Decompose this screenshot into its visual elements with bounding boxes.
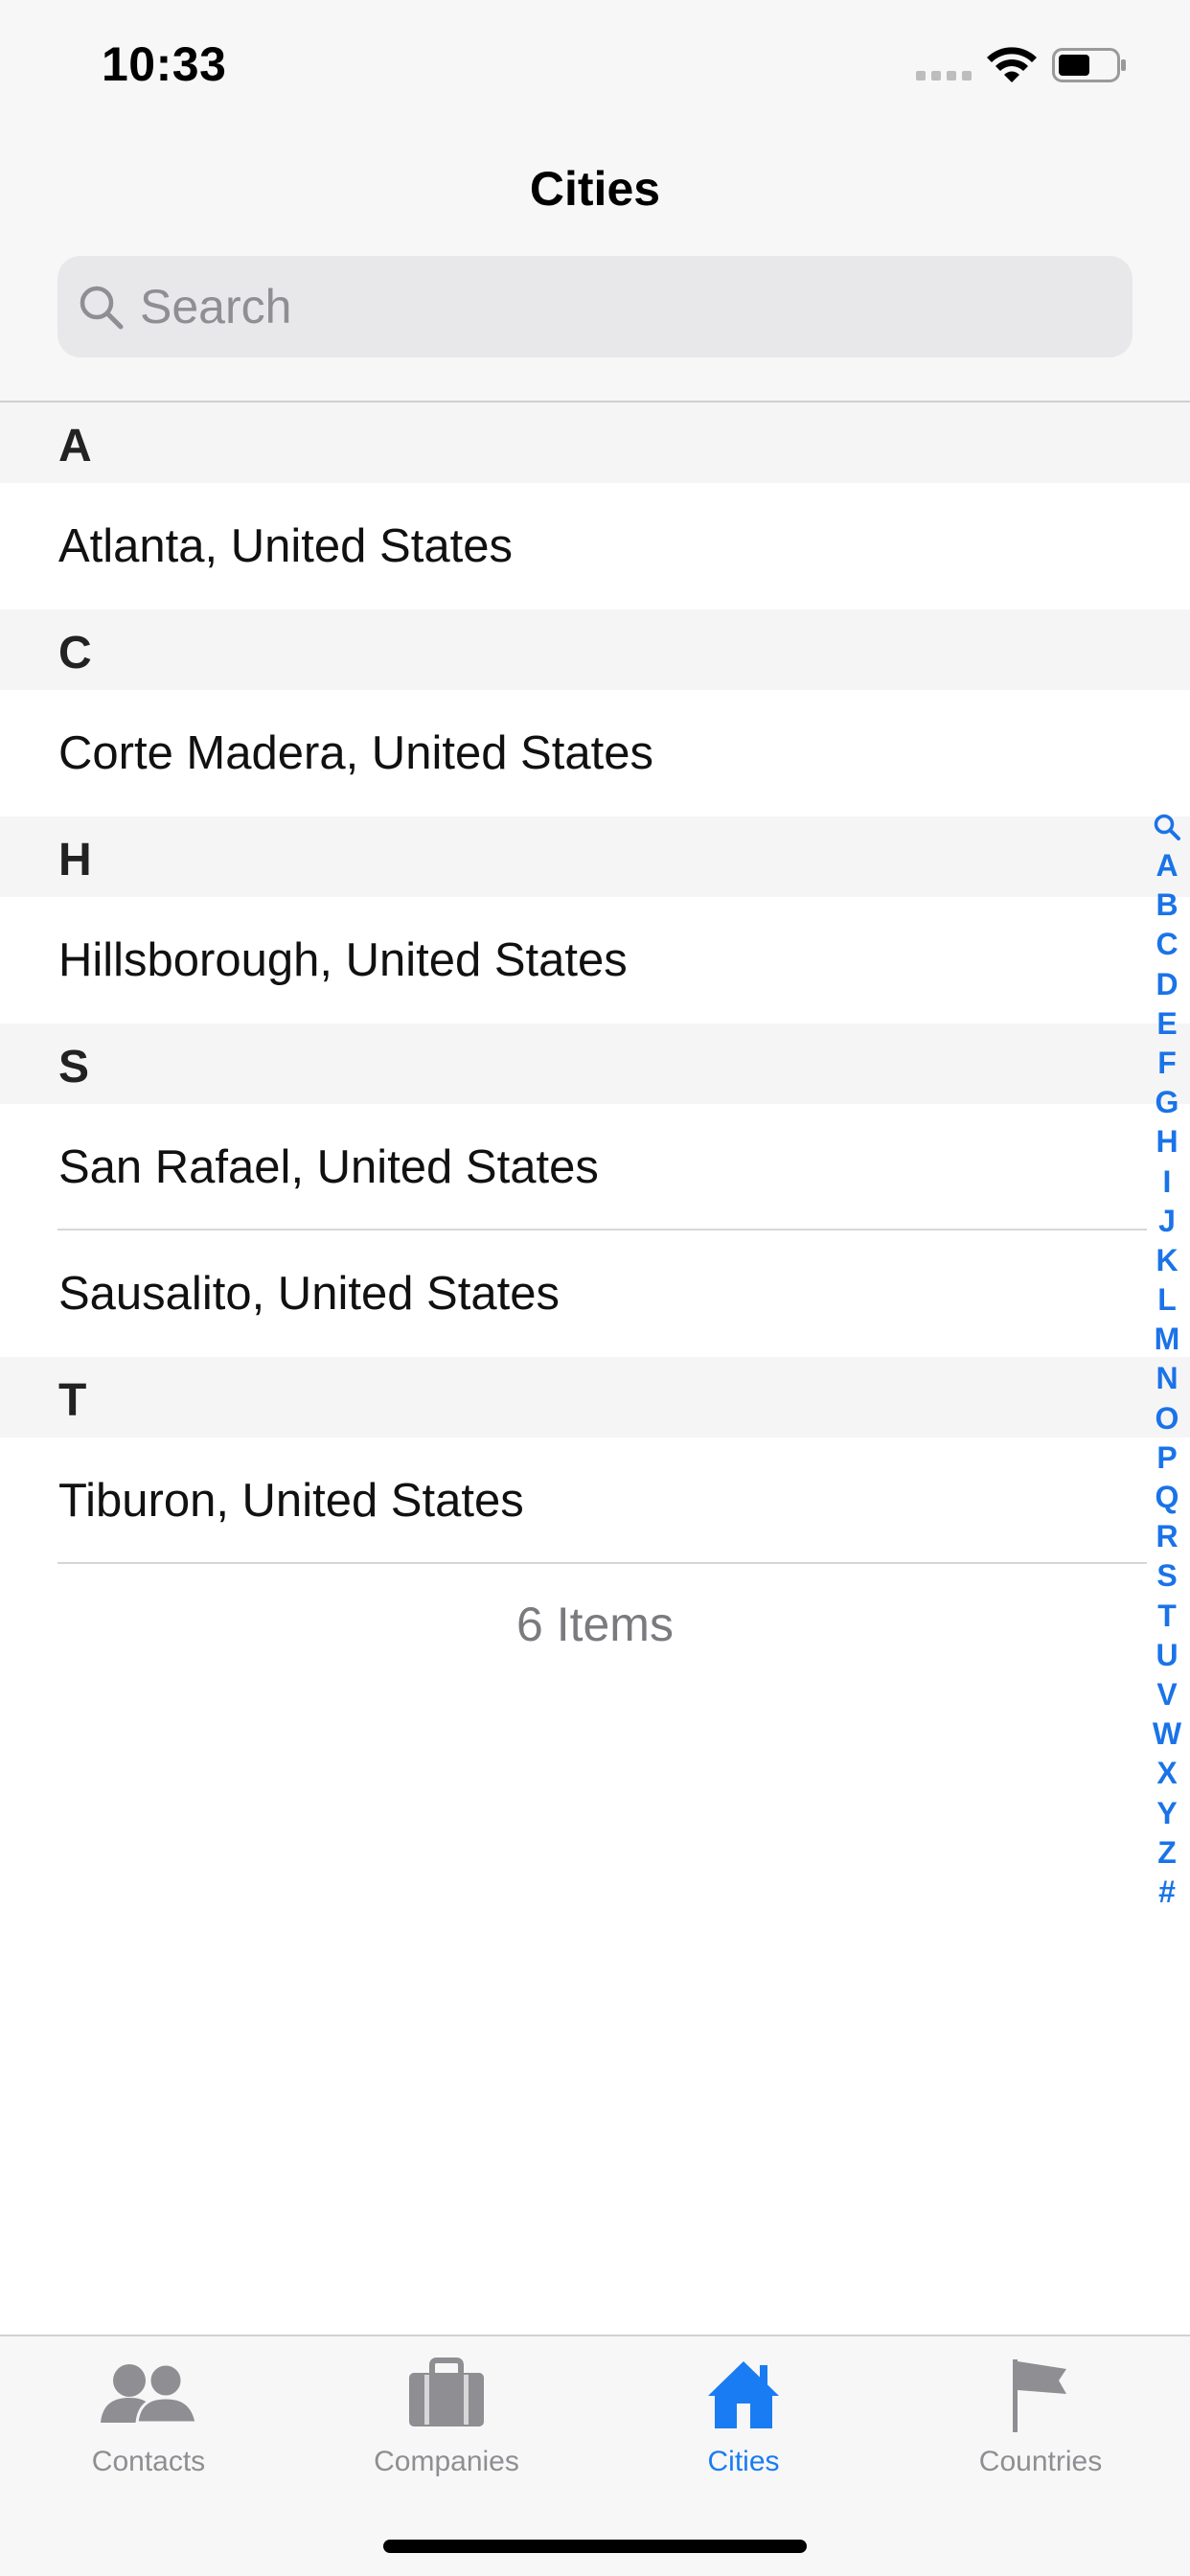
index-letter[interactable]: X xyxy=(1156,1754,1177,1793)
status-bar: 10:33 xyxy=(0,0,1190,134)
city-label: Corte Madera, United States xyxy=(58,727,653,779)
city-label: Tiburon, United States xyxy=(58,1475,524,1527)
status-time: 10:33 xyxy=(102,37,227,91)
index-letter[interactable]: Q xyxy=(1156,1478,1179,1517)
section-header-s: S xyxy=(0,1024,1190,1104)
section-header-a: A xyxy=(0,402,1190,483)
section-letter: S xyxy=(58,1042,90,1092)
city-label: San Rafael, United States xyxy=(58,1141,599,1193)
search-input[interactable] xyxy=(140,256,1098,357)
list-item[interactable]: Hillsborough, United States xyxy=(0,897,1190,1024)
section-letter: T xyxy=(58,1375,87,1426)
index-letter[interactable]: I xyxy=(1163,1162,1172,1202)
index-letter[interactable]: Z xyxy=(1157,1833,1177,1873)
tab-countries[interactable]: Countries xyxy=(935,2352,1146,2524)
section-letter: H xyxy=(58,835,92,886)
list-item[interactable]: Atlanta, United States xyxy=(0,483,1190,610)
tab-label: Cities xyxy=(707,2446,780,2477)
section-letter: A xyxy=(58,421,92,472)
index-letter[interactable]: R xyxy=(1156,1517,1178,1556)
tab-label: Companies xyxy=(374,2446,519,2477)
index-letter[interactable]: U xyxy=(1156,1636,1178,1675)
index-letter[interactable]: Y xyxy=(1156,1794,1177,1833)
index-search-icon[interactable] xyxy=(1153,807,1181,846)
home-icon xyxy=(708,2361,779,2428)
city-label: Hillsborough, United States xyxy=(58,934,628,986)
index-letter[interactable]: J xyxy=(1158,1202,1176,1241)
tab-companies[interactable]: Companies xyxy=(341,2352,552,2524)
flag-icon xyxy=(1013,2359,1066,2432)
tab-cities[interactable]: Cities xyxy=(638,2352,849,2524)
navigation-bar: Cities xyxy=(0,134,1190,402)
index-letter[interactable]: M xyxy=(1155,1320,1180,1359)
index-letter[interactable]: P xyxy=(1156,1438,1177,1478)
tab-label: Contacts xyxy=(91,2446,206,2477)
list-item[interactable]: San Rafael, United States xyxy=(0,1104,1190,1230)
home-indicator[interactable] xyxy=(383,2540,807,2553)
section-header-t: T xyxy=(0,1357,1190,1438)
city-label: Atlanta, United States xyxy=(58,520,513,572)
list-item[interactable]: Tiburon, United States xyxy=(0,1438,1190,1564)
index-letter[interactable]: O xyxy=(1156,1399,1179,1438)
tab-label: Countries xyxy=(978,2446,1103,2477)
index-letter[interactable]: E xyxy=(1156,1004,1177,1044)
index-letter[interactable]: W xyxy=(1153,1714,1181,1754)
index-letter[interactable]: F xyxy=(1157,1044,1177,1083)
index-letter[interactable]: C xyxy=(1156,925,1178,964)
index-letter[interactable]: B xyxy=(1156,886,1178,925)
index-letter[interactable]: K xyxy=(1156,1241,1178,1280)
section-header-h: H xyxy=(0,816,1190,897)
city-label: Sausalito, United States xyxy=(58,1268,560,1320)
section-letter: C xyxy=(58,628,92,678)
index-letter[interactable]: S xyxy=(1156,1556,1177,1596)
section-header-c: C xyxy=(0,610,1190,690)
index-letter[interactable]: A xyxy=(1156,846,1178,886)
cities-screen: 10:33 Cities A Atlanta, United St xyxy=(0,0,1190,2576)
index-letter[interactable]: N xyxy=(1156,1359,1178,1398)
index-letter[interactable]: D xyxy=(1156,965,1178,1004)
battery-icon xyxy=(1052,48,1126,82)
item-count: 6 Items xyxy=(516,1598,674,1651)
index-letter[interactable]: H xyxy=(1156,1122,1178,1162)
city-list: A Atlanta, United States C Corte Madera,… xyxy=(0,402,1190,1685)
index-letter[interactable]: L xyxy=(1157,1280,1177,1320)
wifi-icon xyxy=(987,47,1037,82)
list-item[interactable]: Corte Madera, United States xyxy=(0,690,1190,816)
list-item[interactable]: Sausalito, United States xyxy=(0,1230,1190,1357)
contacts-icon xyxy=(101,2362,198,2425)
search-icon xyxy=(80,286,124,330)
section-index[interactable]: A B C D E F G H I J K L M N O P Q R S T … xyxy=(1148,807,1186,1912)
search-bar[interactable] xyxy=(57,256,1133,357)
cellular-signal-icon xyxy=(916,71,972,80)
page-title: Cities xyxy=(529,162,661,216)
briefcase-icon xyxy=(409,2358,484,2426)
tab-contacts[interactable]: Contacts xyxy=(43,2352,254,2524)
index-letter[interactable]: V xyxy=(1156,1675,1177,1714)
index-letter[interactable]: G xyxy=(1156,1083,1179,1122)
index-letter[interactable]: T xyxy=(1157,1597,1177,1636)
index-letter[interactable]: # xyxy=(1158,1873,1176,1912)
